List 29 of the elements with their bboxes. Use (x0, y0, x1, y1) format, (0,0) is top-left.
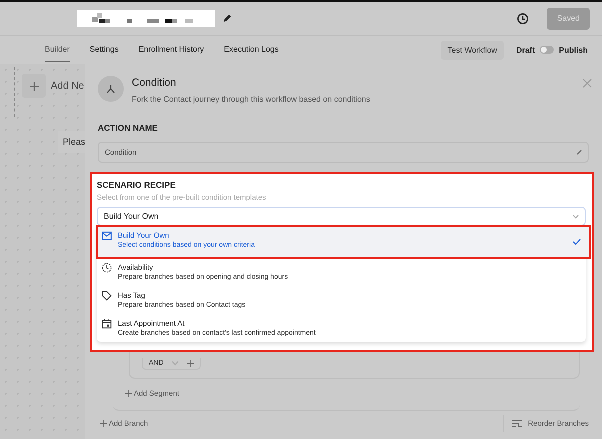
test-workflow-button[interactable]: Test Workflow (440, 40, 504, 60)
chevron-down-icon (172, 360, 179, 367)
tag-icon (102, 291, 112, 301)
field-label: ACTION NAME (98, 123, 159, 133)
plus-icon (100, 420, 107, 427)
tab[interactable]: Enrollment History (138, 38, 204, 62)
fork-icon (98, 76, 124, 102)
toggle-label: Draft (516, 46, 536, 54)
plus-icon (125, 390, 132, 397)
history-icon[interactable] (517, 12, 530, 24)
check-icon (573, 238, 581, 244)
section-label: SCENARIO RECIPE (97, 180, 177, 190)
add-icon[interactable] (22, 74, 46, 98)
reorder-icon (512, 420, 522, 428)
chevron-down-icon (573, 214, 579, 218)
envelope-icon (102, 231, 112, 241)
tab[interactable]: Builder (45, 38, 70, 62)
resize-icon (577, 150, 582, 155)
publish-toggle[interactable] (540, 46, 554, 54)
edit-icon[interactable] (223, 14, 232, 23)
add-node-label[interactable]: Add Ne (51, 80, 84, 92)
clock-icon (102, 263, 112, 273)
panel-description: Fork the Contact journey through this workflow based on conditions (132, 95, 370, 104)
calendar-icon (102, 319, 112, 329)
panel-title: Condition (132, 77, 178, 89)
tab[interactable]: Execution Logs (224, 38, 279, 62)
toggle-label: Publish (559, 46, 588, 54)
plus-icon[interactable] (186, 360, 194, 367)
tab[interactable]: Settings (90, 38, 119, 62)
